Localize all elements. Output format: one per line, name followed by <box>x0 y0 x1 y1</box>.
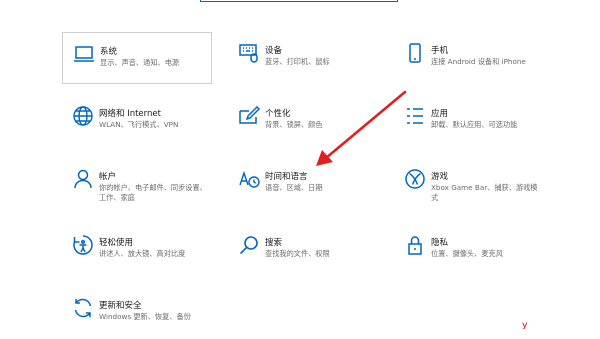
settings-tile-time-language[interactable]: 时间和语言 语音、区域、日期 <box>228 158 378 210</box>
tile-description: Xbox Game Bar、捕获、游戏模式 <box>431 183 538 202</box>
settings-tile-apps[interactable]: 应用 卸载、默认应用、可选功能 <box>394 95 544 147</box>
tile-label: 游戏 <box>431 172 449 182</box>
tile-label: 系统 <box>100 47 118 57</box>
tile-description: 显示、声音、通知、电源 <box>100 58 180 67</box>
tile-label: 隐私 <box>431 238 449 248</box>
tile-description: 查找我的文件、权限 <box>265 249 330 258</box>
settings-tile-privacy[interactable]: 隐私 位置、摄像头、麦克风 <box>394 224 544 276</box>
tile-label: 应用 <box>431 109 449 119</box>
tile-label: 帐户 <box>99 172 117 182</box>
tile-label: 时间和语言 <box>265 172 308 182</box>
xbox-icon <box>402 166 428 192</box>
tile-description: 位置、摄像头、麦克风 <box>431 249 503 258</box>
lock-icon <box>402 232 428 258</box>
tile-description: 卸载、默认应用、可选功能 <box>431 120 518 129</box>
tile-description: 蓝牙、打印机、鼠标 <box>265 57 330 66</box>
search-box-edge[interactable] <box>200 0 398 2</box>
settings-tile-network[interactable]: 网络和 Internet WLAN、飞行模式、VPN <box>62 95 212 147</box>
person-icon <box>70 166 96 192</box>
ease-of-access-icon <box>70 232 96 258</box>
tile-description: Windows 更新、恢复、备份 <box>99 312 191 321</box>
paint-icon <box>236 103 262 129</box>
tile-description: 连接 Android 设备和 iPhone <box>431 57 526 66</box>
settings-tile-search[interactable]: 搜索 查找我的文件、权限 <box>228 224 378 276</box>
settings-tile-phone[interactable]: 手机 连接 Android 设备和 iPhone <box>394 32 544 84</box>
settings-tile-devices[interactable]: 设备 蓝牙、打印机、鼠标 <box>228 32 378 84</box>
annotation-mark: У <box>522 322 528 332</box>
settings-tile-gaming[interactable]: 游戏 Xbox Game Bar、捕获、游戏模式 <box>394 158 544 210</box>
apps-icon <box>402 103 428 129</box>
tile-description: 背景、锁屏、颜色 <box>265 120 323 129</box>
time-language-icon <box>236 166 262 192</box>
tile-description: 语音、区域、日期 <box>265 183 323 192</box>
tile-label: 手机 <box>431 46 449 56</box>
settings-tile-personalization[interactable]: 个性化 背景、锁屏、颜色 <box>228 95 378 147</box>
globe-icon <box>70 103 96 129</box>
tile-label: 设备 <box>265 46 283 56</box>
settings-tile-system[interactable]: 系统 显示、声音、通知、电源 <box>62 32 212 84</box>
search-icon <box>236 232 262 258</box>
tile-label: 更新和安全 <box>99 301 142 311</box>
tile-label: 轻松使用 <box>99 238 134 248</box>
settings-tile-update-security[interactable]: 更新和安全 Windows 更新、恢复、备份 <box>62 287 212 339</box>
tile-description: 讲述人、放大镜、高对比度 <box>99 249 186 258</box>
tile-label: 个性化 <box>265 109 291 119</box>
tile-description: WLAN、飞行模式、VPN <box>99 120 179 129</box>
laptop-icon <box>71 41 97 67</box>
sync-icon <box>70 295 96 321</box>
tile-label: 搜索 <box>265 238 283 248</box>
settings-tile-ease-of-access[interactable]: 轻松使用 讲述人、放大镜、高对比度 <box>62 224 212 276</box>
tile-label: 网络和 Internet <box>99 109 161 119</box>
phone-icon <box>402 40 428 66</box>
tile-description: 你的帐户、电子邮件、同步设置、工作、家庭 <box>99 183 207 202</box>
keyboard-icon <box>236 40 262 66</box>
settings-tile-accounts[interactable]: 帐户 你的帐户、电子邮件、同步设置、工作、家庭 <box>62 158 212 210</box>
